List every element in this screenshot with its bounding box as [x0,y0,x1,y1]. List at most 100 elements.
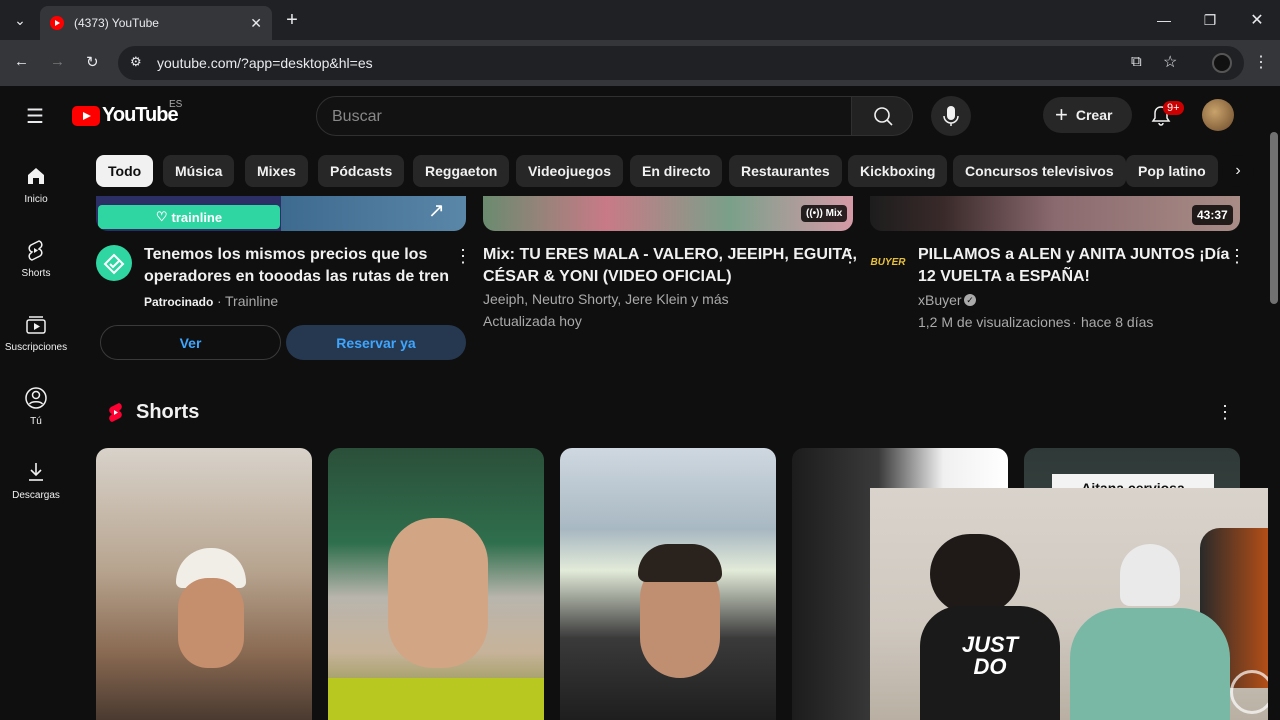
back-icon[interactable]: ← [14,53,29,70]
short-1-face [178,578,244,668]
account-avatar[interactable] [1202,99,1234,131]
download-icon [29,463,43,481]
site-info-icon[interactable]: ⚙ [130,54,142,70]
sidebar-item-tu[interactable]: Tú [0,386,72,427]
create-label: Crear [1075,107,1113,123]
xbuyer-channel-avatar[interactable]: BUYER [870,252,906,272]
ad-title-line1[interactable]: Tenemos los mismos precios que los [144,244,427,266]
close-tab-icon[interactable]: ✕ [250,15,262,32]
reload-icon[interactable]: ↻ [86,53,99,71]
trainline-channel-avatar[interactable] [96,245,132,281]
chip-mixes[interactable]: Mixes [245,155,308,187]
chips-next-chevron-icon[interactable]: › [1222,155,1254,187]
picture-in-picture-video[interactable]: JUST DO [870,488,1280,720]
trainline-heart-icon: ♡ [155,209,168,224]
plus-icon: + [1055,102,1068,127]
chip-kickboxing[interactable]: Kickboxing [848,155,948,187]
sidebar-label: Tú [30,416,42,427]
mix-more-options-icon[interactable]: ⋮ [841,246,859,267]
new-tab-button[interactable]: + [280,8,304,32]
close-window-button[interactable]: ✕ [1245,8,1269,32]
third-title-line1[interactable]: PILLAMOS a ALEN y ANITA JUNTOS ¡Día [918,244,1229,266]
chip-en-directo[interactable]: En directo [630,155,723,187]
sidebar-item-inicio[interactable]: Inicio [0,164,72,205]
mix-badge-label: Mix [825,208,843,219]
sidebar-item-shorts[interactable]: Shorts [0,238,72,279]
chip-podcasts[interactable]: Pódcasts [318,155,405,187]
bookmark-star-icon[interactable]: ☆ [1163,52,1177,72]
microphone-icon [943,106,959,126]
sidebar-item-descargas[interactable]: Descargas [0,460,72,501]
scrollbar-thumb[interactable] [1270,132,1278,304]
ad-more-options-icon[interactable]: ⋮ [454,246,472,267]
mix-thumbnail[interactable]: ((•)) Mix [483,196,853,231]
short-thumbnail-2[interactable] [328,448,544,720]
ad-title-line2[interactable]: operadores en tooodas las rutas de tren [144,266,449,288]
search-button[interactable] [851,96,913,136]
third-more-options-icon[interactable]: ⋮ [1228,246,1246,267]
ver-button[interactable]: Ver [100,325,281,360]
forward-icon[interactable]: → [50,53,65,70]
third-views: 1,2 M de visualizaciones [918,314,1071,330]
chip-reggaeton[interactable]: Reggaeton [413,155,510,187]
install-app-icon[interactable]: ⧉ [1131,53,1142,70]
short-2-face [388,518,488,668]
youtube-logo-text[interactable]: YouTube [102,104,179,127]
pip-teal-shirt [1070,608,1230,720]
create-button[interactable]: + Crear [1043,97,1132,133]
browser-menu-icon[interactable]: ⋮ [1253,52,1269,72]
minimize-button[interactable]: — [1152,8,1176,32]
chip-concursos-televisivos[interactable]: Concursos televisivos [953,155,1126,187]
sidebar-label: Inicio [24,194,48,205]
ad-channel-name[interactable]: Trainline [225,291,278,311]
tab-title: (4373) YouTube [74,16,159,30]
address-bar[interactable]: ⚙ youtube.com/?app=desktop&hl=es ⧉ ☆ [118,46,1244,80]
shorts-section-icon [109,403,122,422]
chip-todo[interactable]: Todo [96,155,154,187]
tab-search-icon[interactable]: ⌄ [8,8,32,32]
sponsored-label: Patrocinado [144,295,214,309]
subscriptions-icon [26,316,46,334]
third-title-line2[interactable]: 12 VUELTA a ESPAÑA! [918,266,1090,288]
mix-title-line2[interactable]: CÉSAR & YONI (VIDEO OFICIAL) [483,266,732,288]
browser-tab[interactable]: (4373) YouTube ✕ [40,6,272,40]
trainline-logo-icon [103,253,125,275]
sidebar-label: Suscripciones [4,342,68,353]
youtube-favicon-icon [50,16,64,30]
short-3-hair [638,544,722,582]
mix-title-line1[interactable]: Mix: TU ERES MALA - VALERO, JEEIPH, EGUI… [483,244,857,266]
sidebar-item-suscripciones[interactable]: Suscripciones [0,312,72,353]
search-placeholder: Buscar [332,108,382,125]
pip-black-shirt: JUST DO [920,606,1060,720]
chip-videojuegos[interactable]: Videojuegos [516,155,623,187]
chip-pop-latino[interactable]: Pop latino [1126,155,1218,187]
short-thumbnail-1[interactable] [96,448,312,720]
shorts-icon [28,240,43,261]
trainline-label: trainline [171,209,223,225]
meta-separator: · [1072,314,1077,330]
maximize-button[interactable]: ❐ [1198,8,1222,32]
search-input[interactable]: Buscar [316,96,852,136]
pip-white-cap [1120,544,1180,606]
third-video-thumbnail[interactable]: 43:37 [870,196,1240,231]
youtube-logo-icon[interactable] [72,106,100,126]
page-scrollbar[interactable] [1268,86,1280,720]
sidebar-label: Descargas [12,490,60,501]
reservar-button[interactable]: Reservar ya [286,325,466,360]
chip-musica[interactable]: Música [163,155,235,187]
pip-shirt-line1: JUST [961,632,1019,657]
chip-restaurantes[interactable]: Restaurantes [729,155,842,187]
voice-search-button[interactable] [931,96,971,136]
user-icon [25,387,47,409]
short-2-shirt [328,678,544,720]
hamburger-menu-icon[interactable]: ☰ [26,104,44,129]
trainline-banner: ♡ trainline [98,205,280,229]
notifications-badge: 9+ [1163,101,1184,115]
ad-thumbnail[interactable]: ♡ trainline ↗ [96,196,466,231]
duration-badge: 43:37 [1192,205,1233,225]
external-link-icon: ↗ [428,200,445,222]
short-thumbnail-3[interactable] [560,448,776,720]
profile-icon[interactable] [1212,53,1232,73]
shorts-more-options-icon[interactable]: ⋮ [1216,402,1234,423]
third-channel-name[interactable]: xBuyer [918,290,962,310]
